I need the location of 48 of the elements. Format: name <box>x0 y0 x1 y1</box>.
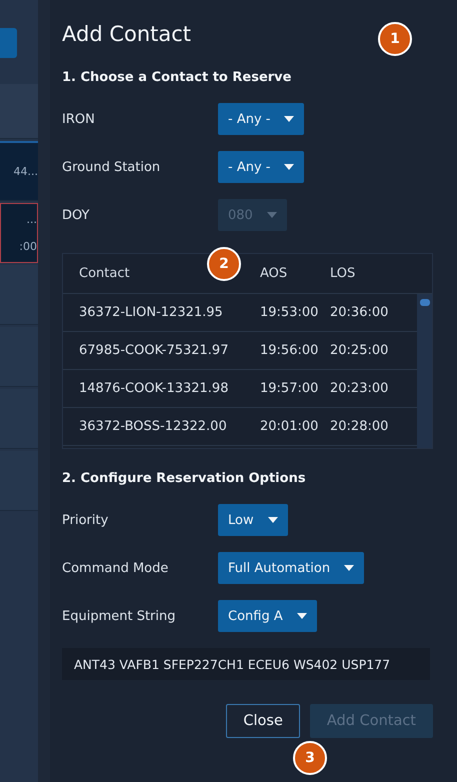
table-row[interactable]: 14876-COOK-13321.98 19:57:00 20:23:00 <box>63 370 417 408</box>
field-label: DOY <box>62 208 90 222</box>
column-header: AOS <box>260 266 288 281</box>
table-row[interactable]: 67985-COOK-75321.97 19:56:00 20:25:00 <box>63 332 417 370</box>
table-row[interactable]: 36372-LION-12321.95 19:53:00 20:36:00 <box>63 294 417 332</box>
dropdown[interactable]: Full Automation <box>218 552 364 584</box>
dialog-title: Add Contact <box>62 22 192 46</box>
field-label: Priority <box>62 512 110 528</box>
step-badge: 3 <box>293 741 327 775</box>
equipment-string: ANT43 VAFB1 SFEP227CH1 ECEU6 WS402 USP177 <box>62 648 430 680</box>
close-button[interactable]: Close <box>226 704 300 738</box>
dropdown[interactable]: - Any - <box>218 103 304 135</box>
table-cell-text: 19:57:00 <box>260 381 320 396</box>
table-cell-text: 19:56:00 <box>260 343 320 358</box>
field-label: Command Mode <box>62 560 170 576</box>
row-text: :00 <box>19 240 37 253</box>
table-cell-text: 20:01:00 <box>260 419 320 434</box>
table-cell-text: 67985-COOK-75321.97 <box>78 343 230 358</box>
dropdown[interactable]: - Any - <box>218 151 304 183</box>
table-cell-text: 36372-LION-12321.95 <box>78 305 224 320</box>
table-cell-text: 36372-BOSS-12322.00 <box>78 419 228 434</box>
caret-icon <box>296 613 307 619</box>
dropdown[interactable]: Config A <box>218 600 317 632</box>
caret-icon <box>284 164 294 170</box>
section-heading: 1. Choose a Contact to Reserve <box>62 70 292 85</box>
caret-icon <box>284 116 294 122</box>
section-heading: 2. Configure Reservation Options <box>62 471 307 486</box>
caret-icon <box>266 212 277 218</box>
step-badge: 1 <box>378 22 412 56</box>
table-cell-text: 20:36:00 <box>330 305 390 320</box>
table-cell-text: 19:53:00 <box>260 305 320 320</box>
table-cell-text: 20:28:00 <box>330 419 390 434</box>
table-cell-text: 20:25:00 <box>330 343 390 358</box>
field-label: Equipment String <box>62 608 176 624</box>
caret-icon <box>344 565 354 571</box>
caret-icon <box>268 517 278 523</box>
table-row[interactable]: 36372-BOSS-12322.00 20:01:00 20:28:00 <box>63 408 417 446</box>
row-text: 44... <box>14 165 38 178</box>
field-label: IRON <box>62 112 96 126</box>
column-header: LOS <box>330 266 356 281</box>
row-text: ... <box>26 213 37 226</box>
dropdown[interactable]: Low <box>218 504 288 536</box>
column-header: Contact <box>78 266 131 281</box>
scrollbar[interactable] <box>417 294 432 448</box>
table-cell-text: 14876-COOK-13321.98 <box>78 381 230 396</box>
field-label: Ground Station <box>62 160 162 174</box>
scroll-thumb[interactable] <box>420 299 430 306</box>
table-cell-text: 20:23:00 <box>330 381 390 396</box>
